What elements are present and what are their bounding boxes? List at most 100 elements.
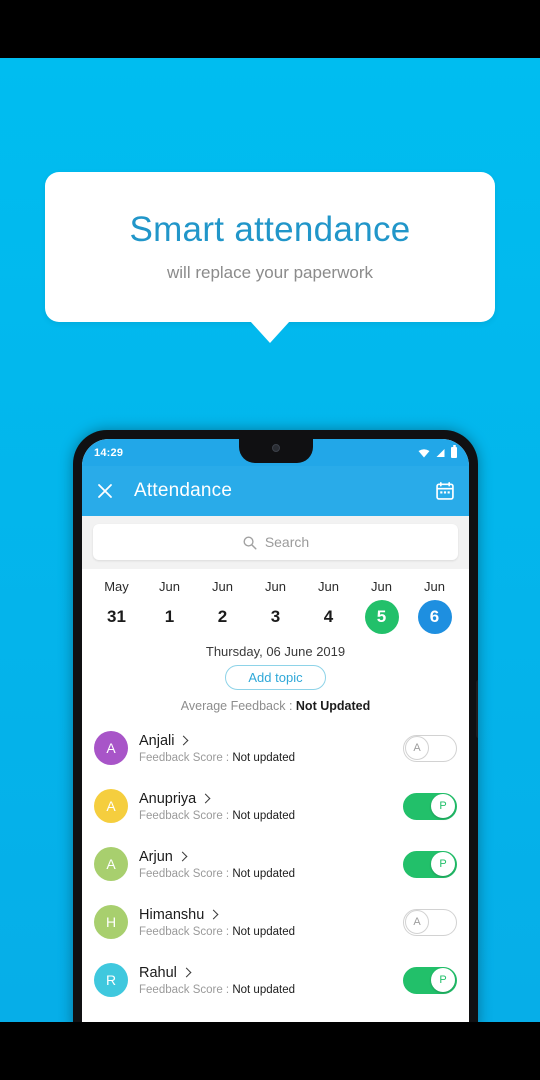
status-bar-time: 14:29 [94,446,124,459]
attendance-toggle[interactable]: A [403,908,457,936]
attendance-toggle[interactable]: P [403,850,457,878]
student-info: Anupriya Feedback Score : Not updated [139,791,392,822]
date-day-selected-blue: 6 [417,600,452,634]
student-list: A Anjali Feedback Score : Not updated A [82,719,469,1009]
promo-headline: Smart attendance [129,209,411,249]
average-feedback-value: Not Updated [295,699,371,713]
date-day: 3 [270,607,281,626]
list-item[interactable]: A Arjun Feedback Score : Not updated P [82,835,469,893]
feedback-score-label: Feedback Score : [139,867,233,880]
student-name-row[interactable]: Anjali [139,733,392,749]
date-day-selected-green: 5 [364,600,399,634]
student-info: Himanshu Feedback Score : Not updated [139,907,392,938]
date-day: 31 [107,607,126,626]
list-item[interactable]: A Anjali Feedback Score : Not updated A [82,719,469,777]
student-info: Arjun Feedback Score : Not updated [139,849,392,880]
feedback-score: Feedback Score : Not updated [139,984,392,996]
search-placeholder: Search [264,534,310,550]
phone-mockup: 14:29 Attendance Search May 31 Jun 1 Jun… [73,430,478,1030]
feedback-score: Feedback Score : Not updated [139,926,392,938]
attendance-toggle-knob: P [431,968,455,992]
phone-screen: 14:29 Attendance Search May 31 Jun 1 Jun… [82,439,469,1030]
attendance-toggle-knob: A [405,910,429,934]
phone-notch [238,439,313,463]
attendance-toggle[interactable]: P [403,792,457,820]
avatar: R [94,963,128,997]
date-day: 4 [323,607,334,626]
battery-icon [451,445,457,458]
search-icon [243,536,257,549]
student-name-row[interactable]: Arjun [139,849,392,865]
feedback-score: Feedback Score : Not updated [139,752,392,764]
average-feedback: Average Feedback : Not Updated [82,694,469,719]
status-bar-icons [418,445,457,458]
chevron-right-icon [200,793,211,804]
add-topic-row: Add topic [82,659,469,694]
avatar: A [94,789,128,823]
letterbox-top [0,0,540,58]
attendance-toggle-knob: A [405,736,429,760]
student-name: Arjun [139,848,173,865]
date-day: 2 [217,607,228,626]
chevron-right-icon [208,909,219,920]
chevron-right-icon [179,735,189,746]
date-cell-0[interactable]: May 31 [90,579,143,634]
date-cell-2[interactable]: Jun 2 [196,579,249,634]
feedback-score-label: Feedback Score : [139,751,233,764]
date-month: Jun [159,579,180,594]
close-icon[interactable] [96,482,114,500]
date-day: 1 [164,607,175,626]
signal-icon [436,448,445,457]
promo-bubble: Smart attendance will replace your paper… [45,172,495,322]
app-bar-title: Attendance [134,480,233,501]
date-month: Jun [371,579,392,594]
feedback-score: Feedback Score : Not updated [139,868,392,880]
search-input[interactable]: Search [93,524,458,560]
promo-subhead: will replace your paperwork [167,263,373,283]
date-month: May [104,579,129,594]
screenshot-stage: Smart attendance will replace your paper… [0,0,540,1080]
date-strip: May 31 Jun 1 Jun 2 Jun 3 Jun 4 Jun 5 Jun… [82,569,469,640]
feedback-score-label: Feedback Score : [139,809,233,822]
phone-side-button [476,680,478,738]
selected-day-heading: Thursday, 06 June 2019 [82,640,469,659]
list-item[interactable]: H Himanshu Feedback Score : Not updated … [82,893,469,951]
average-feedback-label: Average Feedback : [180,699,296,713]
date-month: Jun [212,579,233,594]
avatar: A [94,731,128,765]
student-info: Anjali Feedback Score : Not updated [139,733,392,764]
date-cell-6[interactable]: Jun 6 [408,579,461,634]
student-name-row[interactable]: Rahul [139,965,392,981]
search-section: Search [82,516,469,569]
date-month: Jun [318,579,339,594]
date-cell-3[interactable]: Jun 3 [249,579,302,634]
chevron-right-icon [177,851,188,862]
date-cell-5[interactable]: Jun 5 [355,579,408,634]
date-cell-1[interactable]: Jun 1 [143,579,196,634]
attendance-toggle[interactable]: A [403,734,457,762]
student-name-row[interactable]: Anupriya [139,791,392,807]
list-item[interactable]: A Anupriya Feedback Score : Not updated … [82,777,469,835]
list-item[interactable]: R Rahul Feedback Score : Not updated P [82,951,469,1009]
date-month: Jun [265,579,286,594]
attendance-toggle-knob: P [431,852,455,876]
attendance-toggle-knob: P [431,794,455,818]
student-name: Himanshu [139,906,205,923]
student-name-row[interactable]: Himanshu [139,907,392,923]
calendar-icon[interactable] [435,481,455,501]
front-camera-icon [271,444,280,452]
app-bar: Attendance [82,466,469,516]
feedback-score-value: Not updated [232,925,295,938]
student-name: Anjali [139,732,175,749]
student-name: Rahul [139,964,177,981]
feedback-score-label: Feedback Score : [139,983,233,996]
feedback-score: Feedback Score : Not updated [139,810,392,822]
feedback-score-value: Not updated [232,983,295,996]
add-topic-button[interactable]: Add topic [225,665,326,690]
feedback-score-label: Feedback Score : [139,925,233,938]
wifi-icon [418,448,430,457]
chevron-right-icon [181,967,192,978]
date-cell-4[interactable]: Jun 4 [302,579,355,634]
attendance-toggle[interactable]: P [403,966,457,994]
letterbox-bottom [0,1022,540,1080]
